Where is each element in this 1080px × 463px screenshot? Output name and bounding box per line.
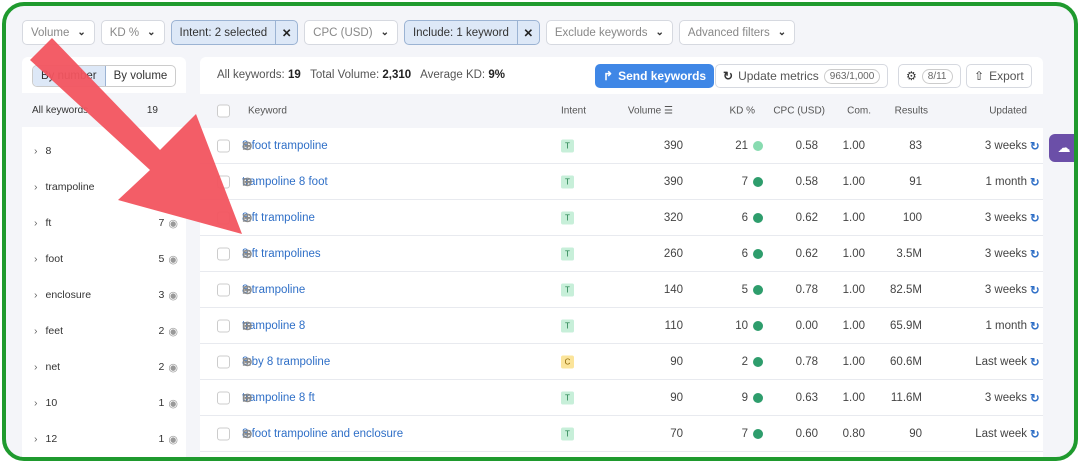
arrow-shape <box>30 38 242 234</box>
red-arrow-annotation <box>30 38 242 234</box>
